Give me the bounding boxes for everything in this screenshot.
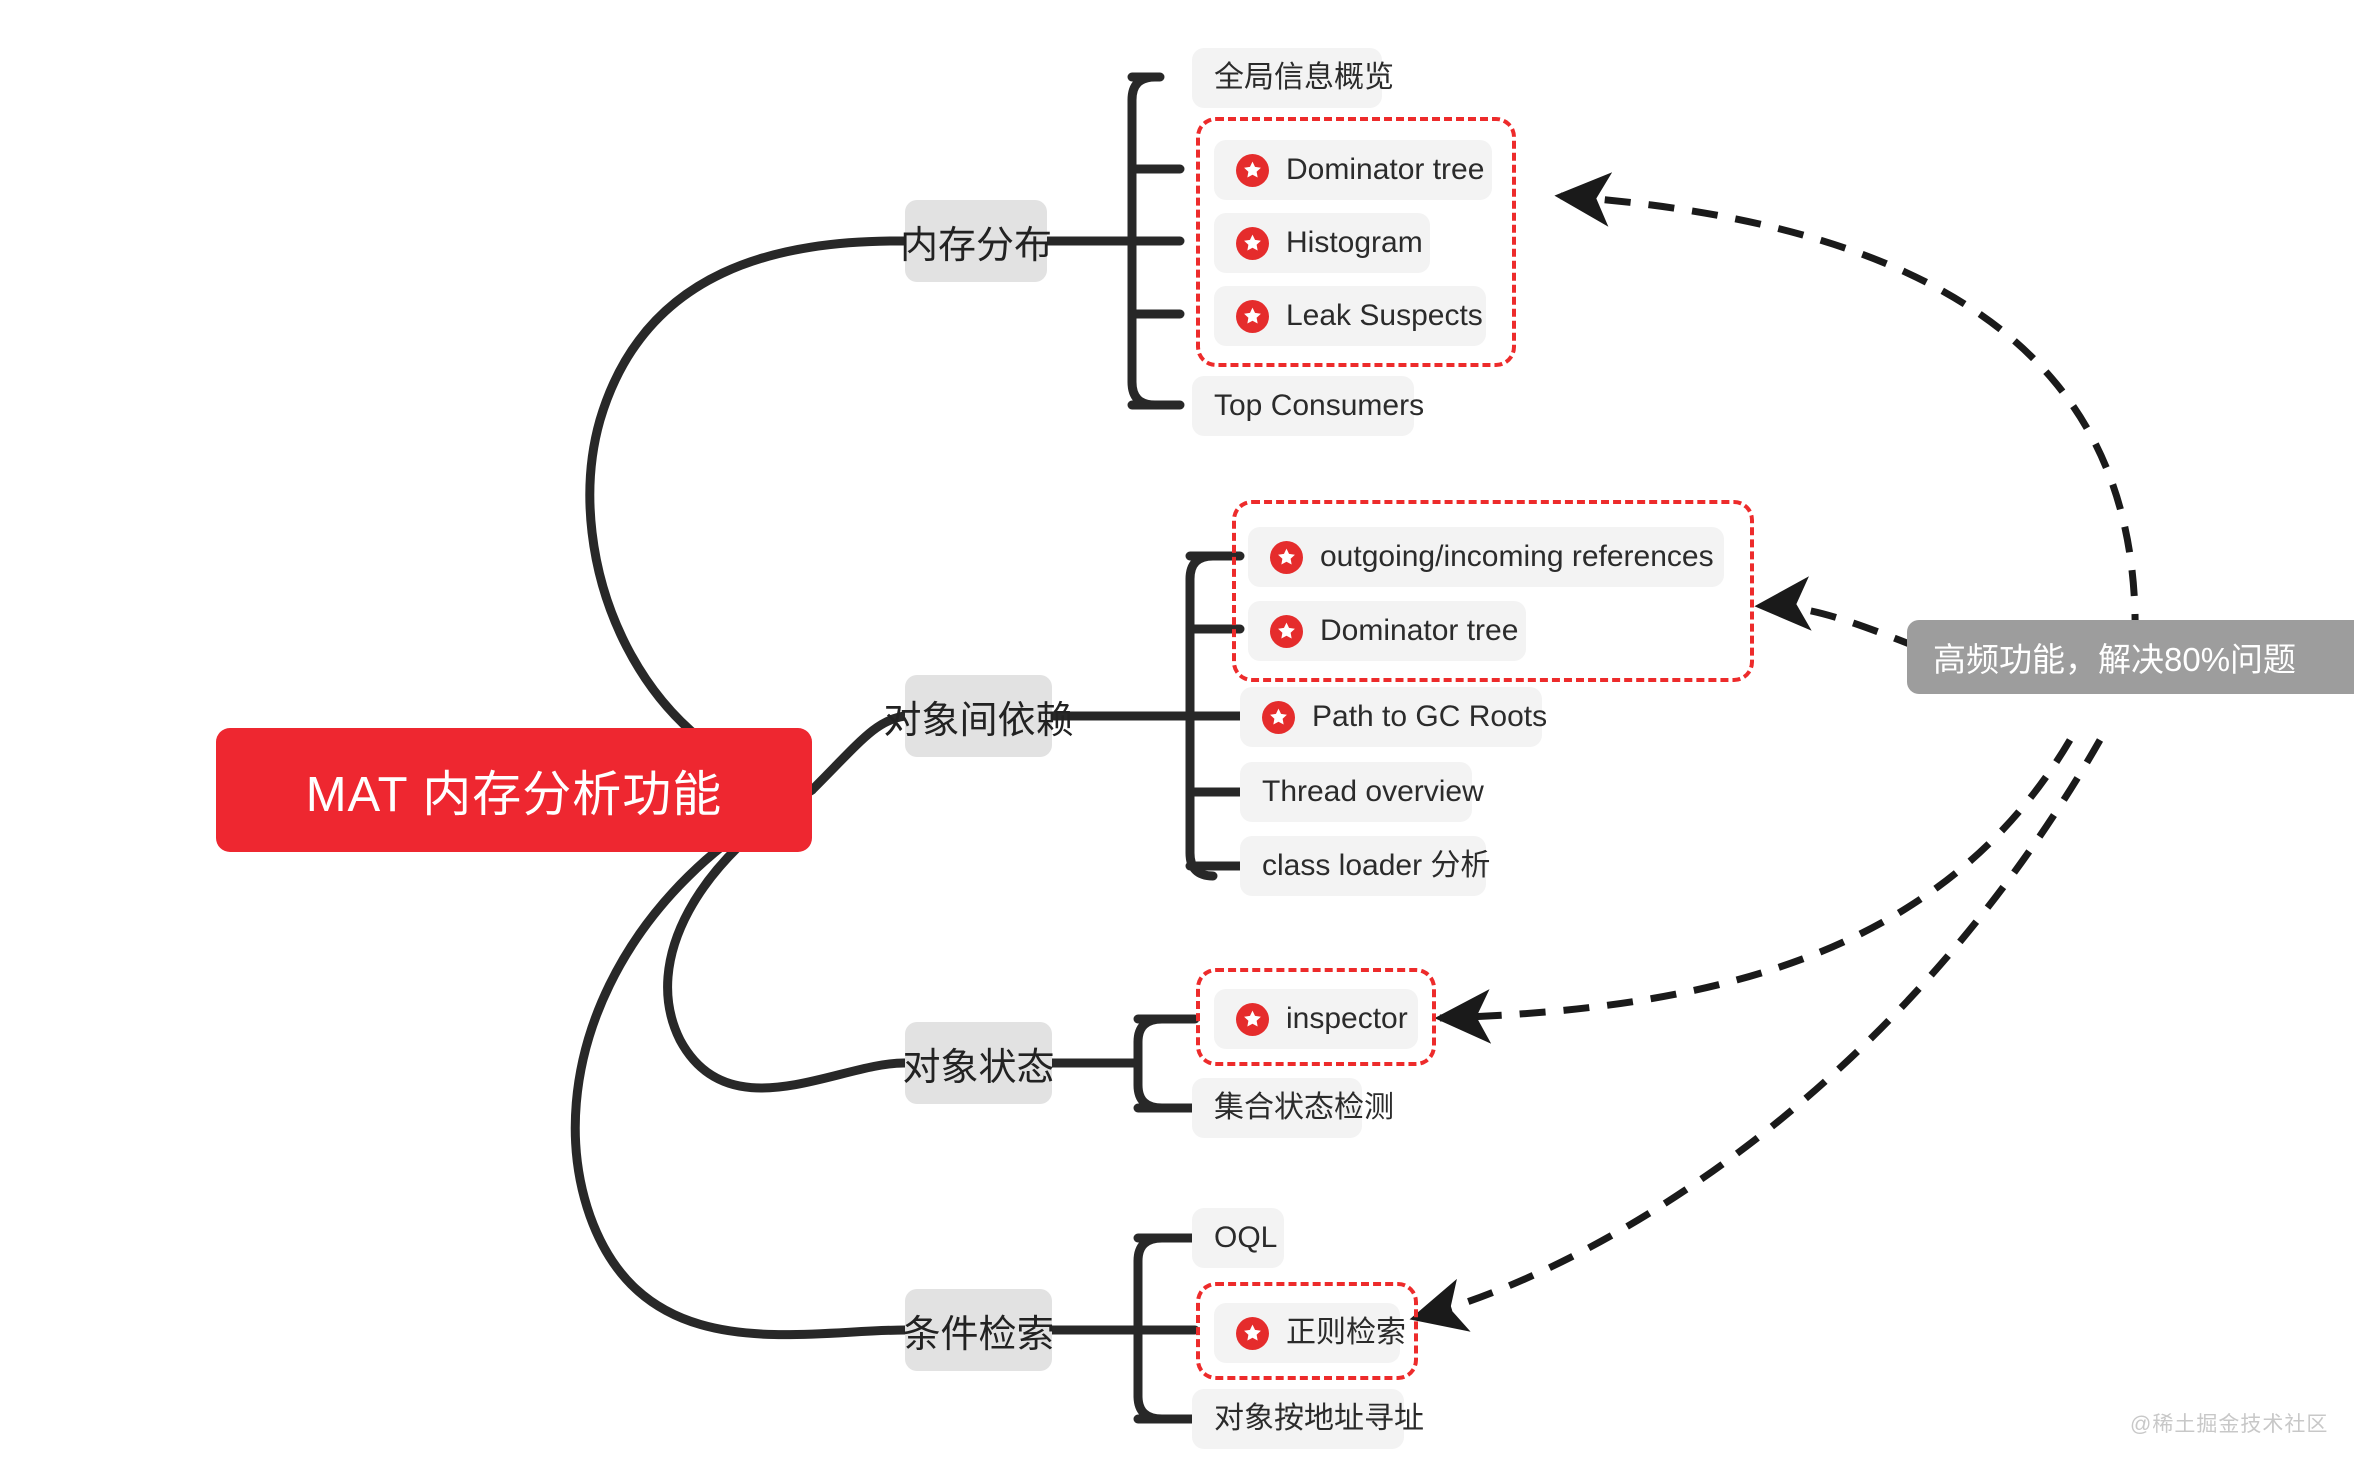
leaf-node-dominator-tree-1[interactable]: Dominator tree [1214,140,1492,200]
callout-label: 高频功能，解决80%问题 [1933,641,2297,678]
leaf-node-global-overview[interactable]: 全局信息概览 [1192,48,1394,108]
branch-node-memory-distribution[interactable]: 内存分布 [900,200,1052,282]
leaf-node-outgoing-incoming-references[interactable]: outgoing/incoming references [1248,527,1724,587]
leaf-node-label: 全局信息概览 [1214,61,1394,94]
leaf-node-address-lookup[interactable]: 对象按地址寻址 [1192,1389,1424,1449]
leaf-node-label: inspector [1286,1002,1408,1035]
branch-node-label: 内存分布 [900,224,1053,267]
leaf-node-regex-search[interactable]: 正则检索 [1214,1303,1406,1363]
branch4-connectors [1047,1233,1200,1424]
leaf-node-collection-state-check[interactable]: 集合状态检测 [1192,1078,1394,1138]
leaf-node-label: Path to GC Roots [1312,700,1548,733]
root-node[interactable]: MAT 内存分析功能 [216,728,812,852]
star-badge-icon [1262,700,1295,734]
branch3-connectors [1047,1014,1200,1113]
leaf-node-path-to-gc-roots[interactable]: Path to GC Roots [1240,687,1547,747]
leaf-node-top-consumers[interactable]: Top Consumers [1192,376,1424,436]
leaf-node-dominator-tree-2[interactable]: Dominator tree [1248,601,1526,661]
branch-node-object-state[interactable]: 对象状态 [902,1022,1055,1104]
star-badge-icon [1236,1316,1269,1350]
leaf-node-label: Thread overview [1262,775,1484,808]
leaf-node-label: class loader 分析 [1262,849,1491,882]
branch2-connectors [1047,551,1250,881]
star-badge-icon [1270,540,1303,574]
leaf-node-class-loader-analysis[interactable]: class loader 分析 [1240,836,1490,896]
callout-high-frequency: 高频功能，解决80%问题 [1907,620,2354,694]
leaf-node-leak-suspects[interactable]: Leak Suspects [1214,286,1486,346]
leaf-node-label: Histogram [1286,226,1423,259]
mindmap-canvas: MAT 内存分析功能 内存分布 对象间依赖 对象状态 条件检索 全局信息概览 D… [0,0,2354,1470]
leaf-node-label: Dominator tree [1286,153,1485,186]
branch-node-object-dependency[interactable]: 对象间依赖 [884,675,1074,757]
leaf-node-label: Leak Suspects [1286,299,1483,332]
star-badge-icon [1236,153,1269,187]
branch1-connectors [1042,72,1185,410]
leaf-node-label: outgoing/incoming references [1320,540,1714,573]
star-badge-icon [1236,226,1269,260]
branch-node-label: 对象状态 [902,1046,1055,1089]
leaf-node-label: OQL [1214,1221,1278,1254]
leaf-node-label: 对象按地址寻址 [1214,1402,1424,1435]
root-node-label: MAT 内存分析功能 [305,767,723,822]
branch-node-label: 对象间依赖 [883,699,1074,742]
leaf-node-thread-overview[interactable]: Thread overview [1240,762,1484,822]
star-badge-icon [1236,1002,1269,1036]
leaf-node-label: 集合状态检测 [1214,1091,1394,1124]
callout-arrows [1409,172,2139,1332]
leaf-node-oql[interactable]: OQL [1192,1208,1284,1268]
leaf-node-histogram[interactable]: Histogram [1214,213,1430,273]
leaf-node-label: Top Consumers [1214,389,1425,422]
branch1-spine [1127,72,1160,410]
watermark: @稀土掘金技术社区 [2130,1408,2328,1438]
watermark-label: @稀土掘金技术社区 [2130,1413,2329,1436]
branch-node-label: 条件检索 [902,1313,1055,1356]
leaf-node-inspector[interactable]: inspector [1214,989,1418,1049]
leaf-node-label: Dominator tree [1320,614,1519,647]
star-badge-icon [1236,299,1269,333]
leaf-node-label: 正则检索 [1286,1316,1406,1349]
branch-node-condition-search[interactable]: 条件检索 [902,1289,1055,1371]
star-badge-icon [1270,614,1303,648]
